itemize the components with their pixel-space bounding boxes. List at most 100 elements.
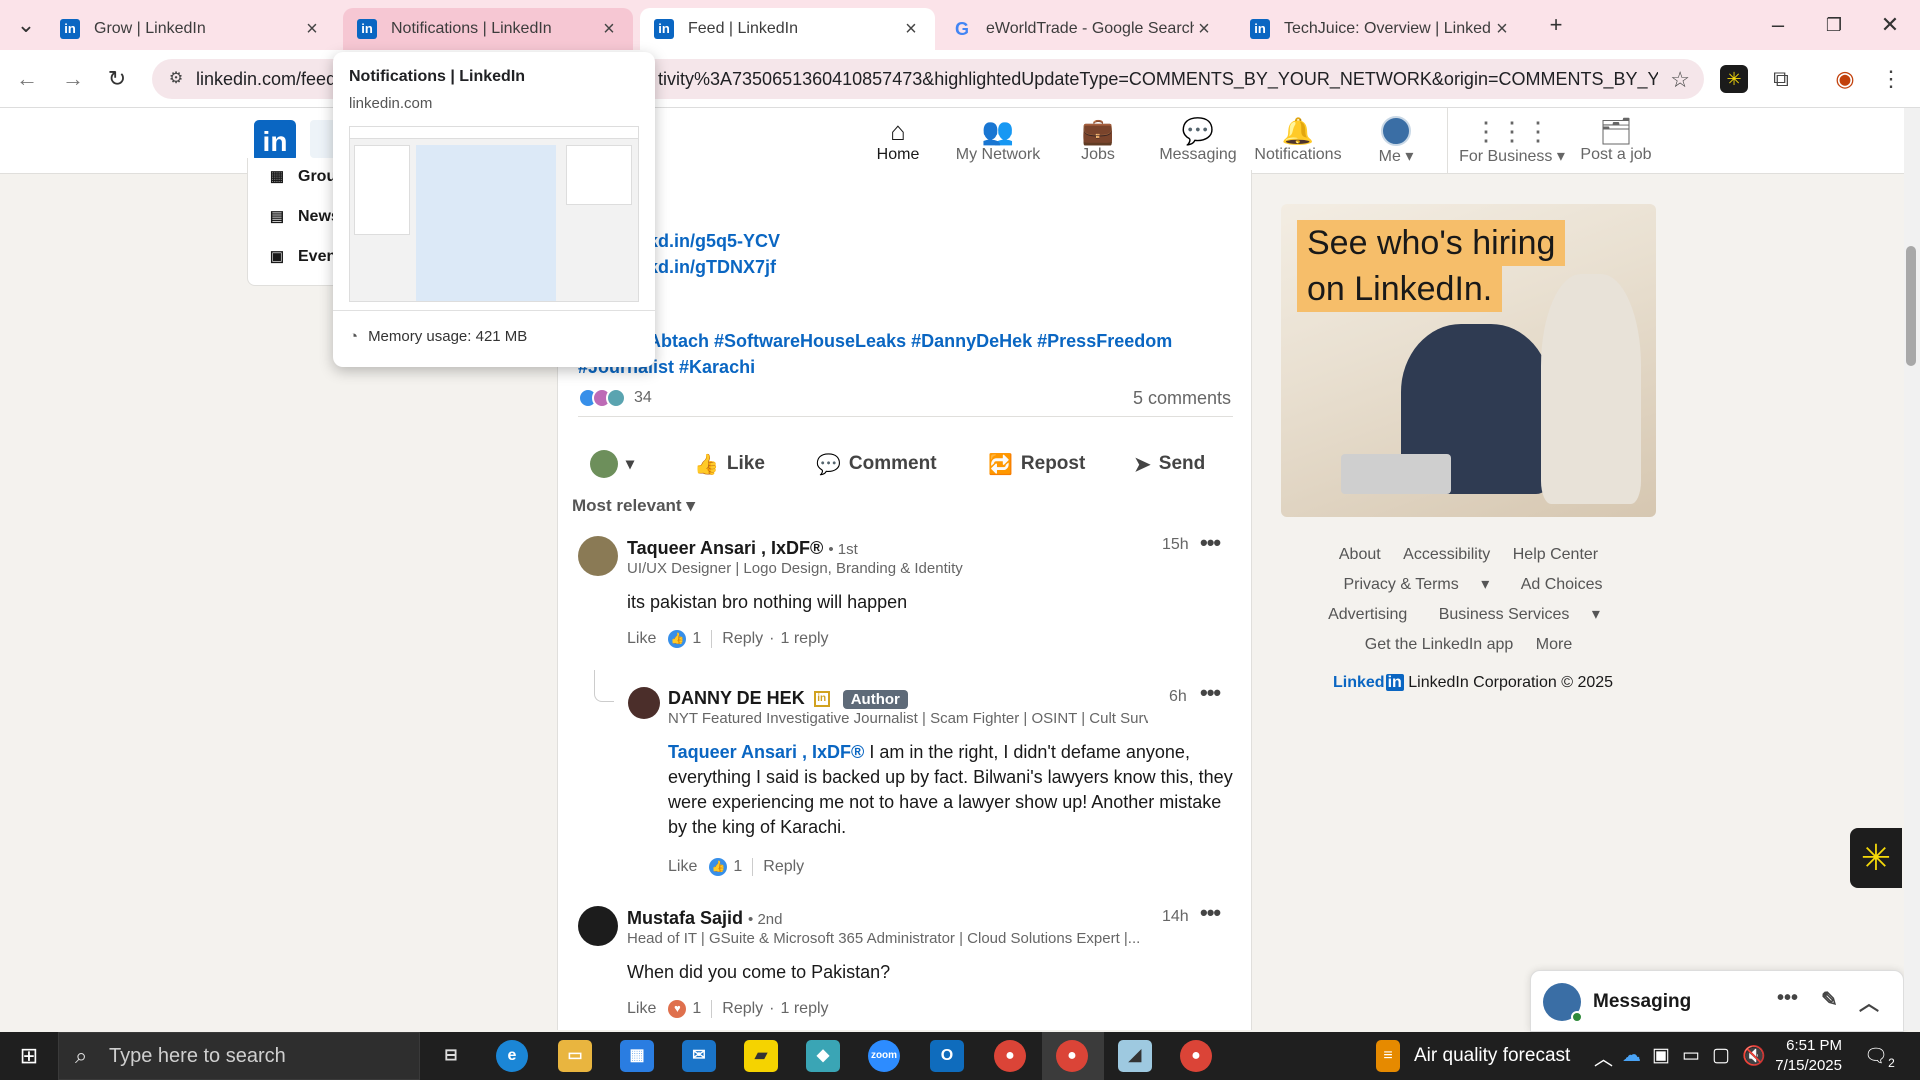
footer-link-business-services[interactable]: Business Services ▾ — [1430, 606, 1609, 623]
chrome-icon[interactable]: ● — [994, 1040, 1026, 1072]
comment-count[interactable]: 5 comments — [1133, 388, 1231, 409]
comment-reply-button[interactable]: Reply — [722, 630, 763, 648]
weather-icon[interactable]: ≡ — [1376, 1040, 1400, 1072]
app-icon[interactable]: ◢ — [1118, 1040, 1152, 1072]
repost-button[interactable]: 🔁 Repost — [988, 442, 1085, 486]
window-close-icon[interactable]: ✕ — [1870, 8, 1910, 42]
windows-start-icon[interactable]: ⊞ — [0, 1032, 58, 1080]
mention-link[interactable]: Taqueer Ansari , IxDF® — [668, 742, 864, 762]
assistant-widget-icon[interactable]: ✳ — [1850, 828, 1902, 888]
notification-center-icon[interactable]: 🗨2 — [1864, 1044, 1895, 1070]
battery-icon[interactable]: ▭ — [1682, 1044, 1700, 1067]
commenter-name[interactable]: Mustafa Sajid • 2nd — [627, 908, 783, 929]
send-button[interactable]: ➤ Send — [1134, 442, 1205, 486]
sidebar-item-events[interactable]: ▣ Event — [268, 248, 342, 266]
post-link[interactable]: kd.in/g5q5-YCV — [648, 228, 780, 254]
footer-link-accessibility[interactable]: Accessibility — [1403, 546, 1490, 563]
close-icon[interactable]: × — [302, 19, 322, 39]
more-options-icon[interactable]: ••• — [1200, 900, 1221, 926]
minimize-icon[interactable]: – — [1758, 8, 1798, 42]
zoom-icon[interactable]: zoom — [868, 1040, 900, 1072]
footer-link-about[interactable]: About — [1339, 546, 1381, 563]
nav-my-network[interactable]: 👥 My Network — [948, 116, 1048, 164]
edge-icon[interactable]: e — [496, 1040, 528, 1072]
tab-grow[interactable]: in Grow | LinkedIn × — [46, 8, 336, 50]
tab-notifications[interactable]: in Notifications | LinkedIn × — [343, 8, 633, 50]
tab-search-button[interactable]: ⌄ — [6, 8, 46, 42]
file-explorer-icon[interactable]: ▭ — [558, 1040, 592, 1072]
close-icon[interactable]: × — [901, 19, 921, 39]
nav-messaging[interactable]: 💬 Messaging — [1148, 116, 1248, 164]
nav-home[interactable]: ⌂ Home — [848, 116, 948, 164]
linkedin-logo[interactable]: in — [254, 120, 296, 162]
messaging-bar[interactable]: Messaging ••• ✎ ︿ — [1530, 970, 1904, 1032]
footer-link-advertising[interactable]: Advertising — [1328, 606, 1407, 623]
footer-link-get-app[interactable]: Get the LinkedIn app — [1365, 636, 1514, 653]
hiring-ad[interactable]: See who's hiring on LinkedIn. — [1281, 204, 1656, 517]
new-tab-button[interactable]: + — [1536, 8, 1576, 42]
menu-kebab-icon[interactable]: ⋮ — [1876, 64, 1906, 94]
nav-me[interactable]: Me ▾ — [1346, 116, 1446, 166]
reload-icon[interactable]: ↻ — [100, 62, 134, 96]
comment-button[interactable]: 💬 Comment — [816, 442, 937, 486]
extensions-puzzle-icon[interactable]: ⧉ — [1766, 64, 1796, 94]
comment-like-button[interactable]: Like — [668, 858, 697, 876]
footer-link-ad-choices[interactable]: Ad Choices — [1521, 576, 1603, 593]
extension-icon[interactable]: ✳ — [1720, 65, 1748, 93]
mail-icon[interactable]: ✉ — [682, 1040, 716, 1072]
back-icon[interactable]: ← — [10, 62, 44, 96]
tab-google-search[interactable]: G eWorldTrade - Google Search × — [938, 8, 1228, 50]
post-link[interactable]: kd.in/gTDNX7jf — [648, 254, 780, 280]
chevron-up-icon[interactable]: ︿ — [1859, 987, 1879, 1016]
profile-icon[interactable]: ◉ — [1830, 64, 1860, 94]
close-icon[interactable]: × — [599, 19, 619, 39]
tray-app-icon[interactable]: ▣ — [1652, 1044, 1670, 1067]
replies-count[interactable]: 1 reply — [781, 630, 829, 648]
store-icon[interactable]: ▦ — [620, 1040, 654, 1072]
footer-link-help-center[interactable]: Help Center — [1513, 546, 1598, 563]
avatar[interactable] — [578, 906, 618, 946]
comment-reply-button[interactable]: Reply — [763, 858, 804, 876]
onedrive-icon[interactable]: ☁ — [1622, 1044, 1641, 1067]
taskbar-search-input[interactable]: ⌕ Type here to search — [58, 1032, 420, 1080]
comment-reply-button[interactable]: Reply — [722, 1000, 763, 1018]
forward-icon[interactable]: → — [56, 62, 90, 96]
restore-icon[interactable]: ❐ — [1814, 8, 1854, 42]
nav-notifications[interactable]: 🔔 Notifications — [1248, 116, 1348, 164]
sticky-notes-icon[interactable]: ▰ — [744, 1040, 778, 1072]
bookmark-star-icon[interactable]: ☆ — [1670, 67, 1690, 93]
commenter-name[interactable]: DANNY DE HEK in Author — [668, 688, 908, 709]
tab-techjuice[interactable]: in TechJuice: Overview | LinkedIn × — [1236, 8, 1526, 50]
avatar[interactable] — [578, 536, 618, 576]
sidebar-item-newsletters[interactable]: ▤ News — [268, 208, 340, 226]
footer-link-more[interactable]: More — [1536, 636, 1572, 653]
outlook-icon[interactable]: O — [930, 1040, 964, 1072]
network-icon[interactable]: ▢ — [1712, 1044, 1730, 1067]
app-icon[interactable]: ◆ — [806, 1040, 840, 1072]
more-options-icon[interactable]: ••• — [1200, 530, 1221, 556]
hashtag-line[interactable]: #Journalist #Karachi — [578, 354, 1218, 380]
chrome-icon[interactable]: ● — [1056, 1040, 1088, 1072]
nav-jobs[interactable]: 💼 Jobs — [1048, 116, 1148, 164]
compose-icon[interactable]: ✎ — [1821, 987, 1838, 1012]
more-options-icon[interactable]: ••• — [1777, 987, 1798, 1010]
reaction-summary[interactable]: 34 — [578, 388, 652, 408]
close-icon[interactable]: × — [1492, 19, 1512, 39]
footer-link-privacy-terms[interactable]: Privacy & Terms ▾ — [1334, 576, 1498, 593]
chevron-up-icon[interactable]: ︿ — [1594, 1044, 1613, 1071]
commenter-name[interactable]: Taqueer Ansari , IxDF® • 1st — [627, 538, 858, 559]
nav-post-a-job[interactable]: 🗂 Post a job — [1566, 116, 1666, 164]
volume-icon[interactable]: 🔇 — [1742, 1044, 1766, 1068]
close-icon[interactable]: × — [1194, 19, 1214, 39]
hashtag-line[interactable]: #Abtach #SoftwareHouseLeaks #DannyDeHek … — [578, 328, 1218, 354]
weather-text[interactable]: Air quality forecast — [1414, 1045, 1570, 1067]
task-view-icon[interactable]: ⊟ — [434, 1040, 468, 1072]
comment-like-button[interactable]: Like — [627, 630, 656, 648]
chrome-icon[interactable]: ● — [1180, 1040, 1212, 1072]
site-info-icon[interactable]: ⚙ — [166, 69, 186, 89]
avatar[interactable] — [628, 687, 660, 719]
comment-like-button[interactable]: Like — [627, 1000, 656, 1018]
more-options-icon[interactable]: ••• — [1200, 680, 1221, 706]
actor-switcher[interactable]: ▾ — [590, 442, 634, 486]
sort-dropdown[interactable]: Most relevant ▾ — [572, 496, 695, 516]
